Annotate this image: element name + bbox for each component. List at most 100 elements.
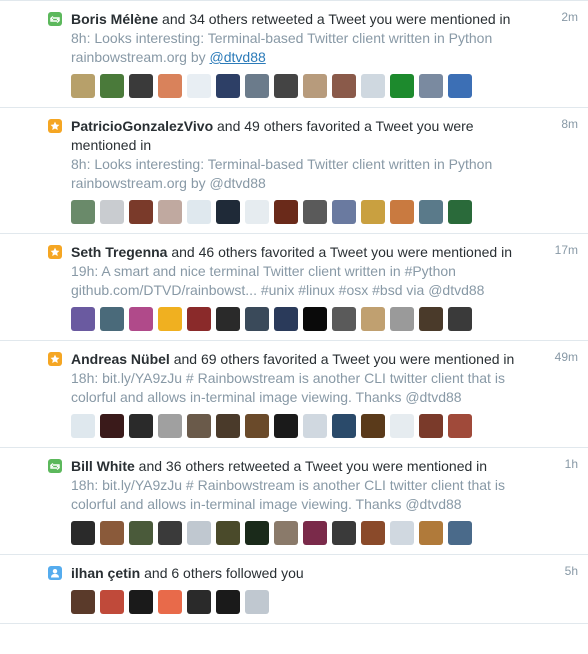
avatar[interactable] <box>100 521 124 545</box>
avatar[interactable] <box>158 521 182 545</box>
avatar[interactable] <box>187 74 211 98</box>
avatar[interactable] <box>129 590 153 614</box>
timestamp[interactable]: 1h <box>565 457 578 471</box>
avatar[interactable] <box>419 74 443 98</box>
avatar[interactable] <box>71 521 95 545</box>
avatar[interactable] <box>100 307 124 331</box>
avatar[interactable] <box>100 74 124 98</box>
avatar[interactable] <box>361 414 385 438</box>
notification-item[interactable]: 17m Seth Tregenna and 46 others favorited… <box>0 234 588 341</box>
avatar[interactable] <box>419 521 443 545</box>
avatar[interactable] <box>274 414 298 438</box>
tweet-text[interactable]: 8h: Looks interesting: Terminal-based Tw… <box>71 29 588 67</box>
avatar[interactable] <box>187 521 211 545</box>
avatar[interactable] <box>129 521 153 545</box>
avatar[interactable] <box>303 200 327 224</box>
avatar[interactable] <box>129 307 153 331</box>
avatar[interactable] <box>419 200 443 224</box>
user-name-link[interactable]: ilhan çetin <box>71 565 140 581</box>
avatar[interactable] <box>71 200 95 224</box>
avatar[interactable] <box>129 74 153 98</box>
hashtag-link[interactable]: #unix #linux #osx #bsd <box>261 282 403 298</box>
avatar[interactable] <box>361 521 385 545</box>
timestamp[interactable]: 2m <box>561 10 578 24</box>
avatar[interactable] <box>71 414 95 438</box>
mention-link[interactable]: @dtvd88 <box>210 175 266 191</box>
tweet-text[interactable]: 18h: bit.ly/YA9zJu # Rainbowstream is an… <box>71 476 588 514</box>
avatar[interactable] <box>361 200 385 224</box>
avatar[interactable] <box>100 200 124 224</box>
avatar[interactable] <box>390 307 414 331</box>
avatar[interactable] <box>216 590 240 614</box>
avatar[interactable] <box>332 307 356 331</box>
mention-link[interactable]: @dtvd88 <box>405 389 461 405</box>
avatar[interactable] <box>390 74 414 98</box>
avatar[interactable] <box>419 307 443 331</box>
user-name-link[interactable]: Seth Tregenna <box>71 244 167 260</box>
avatar[interactable] <box>390 521 414 545</box>
user-name-link[interactable]: Bill White <box>71 458 135 474</box>
avatar[interactable] <box>448 414 472 438</box>
avatar[interactable] <box>245 200 269 224</box>
notification-item[interactable]: 49m Andreas Nübel and 69 others favorited… <box>0 341 588 448</box>
hashtag-link[interactable]: #Python <box>405 263 456 279</box>
tweet-text[interactable]: 18h: bit.ly/YA9zJu # Rainbowstream is an… <box>71 369 588 407</box>
avatar[interactable] <box>216 200 240 224</box>
mention-link[interactable]: @dtvd88 <box>428 282 484 298</box>
avatar[interactable] <box>361 307 385 331</box>
avatar[interactable] <box>245 414 269 438</box>
mention-link[interactable]: @dtvd88 <box>405 496 461 512</box>
avatar[interactable] <box>303 307 327 331</box>
avatar[interactable] <box>71 307 95 331</box>
avatar[interactable] <box>245 590 269 614</box>
timestamp[interactable]: 8m <box>561 117 578 131</box>
notification-item[interactable]: 5h ilhan çetin and 6 others followed you <box>0 555 588 624</box>
notification-item[interactable]: 8m PatricioGonzalezVivo and 49 others fav… <box>0 108 588 234</box>
avatar[interactable] <box>71 74 95 98</box>
timestamp[interactable]: 49m <box>555 350 578 364</box>
avatar[interactable] <box>71 590 95 614</box>
user-name-link[interactable]: Boris Mélène <box>71 11 158 27</box>
avatar[interactable] <box>216 521 240 545</box>
avatar[interactable] <box>332 200 356 224</box>
avatar[interactable] <box>332 74 356 98</box>
notification-item[interactable]: 2m Boris Mélène and 34 others retweeted a… <box>0 1 588 108</box>
avatar[interactable] <box>274 200 298 224</box>
avatar[interactable] <box>158 200 182 224</box>
avatar[interactable] <box>100 414 124 438</box>
user-name-link[interactable]: PatricioGonzalezVivo <box>71 118 213 134</box>
avatar[interactable] <box>216 307 240 331</box>
avatar[interactable] <box>216 74 240 98</box>
notification-item[interactable]: 1h Bill White and 36 others retweeted a T… <box>0 448 588 555</box>
avatar[interactable] <box>448 200 472 224</box>
avatar[interactable] <box>303 74 327 98</box>
avatar[interactable] <box>390 200 414 224</box>
avatar[interactable] <box>245 307 269 331</box>
tweet-text[interactable]: 8h: Looks interesting: Terminal-based Tw… <box>71 155 588 193</box>
tweet-text[interactable]: 19h: A smart and nice terminal Twitter c… <box>71 262 588 300</box>
avatar[interactable] <box>448 307 472 331</box>
user-name-link[interactable]: Andreas Nübel <box>71 351 170 367</box>
avatar[interactable] <box>187 307 211 331</box>
avatar[interactable] <box>187 590 211 614</box>
avatar[interactable] <box>158 74 182 98</box>
avatar[interactable] <box>274 521 298 545</box>
timestamp[interactable]: 17m <box>555 243 578 257</box>
avatar[interactable] <box>158 307 182 331</box>
avatar[interactable] <box>448 521 472 545</box>
avatar[interactable] <box>448 74 472 98</box>
mention-link[interactable]: @dtvd88 <box>210 49 266 65</box>
avatar[interactable] <box>245 74 269 98</box>
avatar[interactable] <box>303 414 327 438</box>
avatar[interactable] <box>332 414 356 438</box>
avatar[interactable] <box>390 414 414 438</box>
timestamp[interactable]: 5h <box>565 564 578 578</box>
avatar[interactable] <box>245 521 269 545</box>
avatar[interactable] <box>361 74 385 98</box>
avatar[interactable] <box>274 307 298 331</box>
avatar[interactable] <box>129 200 153 224</box>
avatar[interactable] <box>274 74 298 98</box>
avatar[interactable] <box>158 414 182 438</box>
avatar[interactable] <box>303 521 327 545</box>
avatar[interactable] <box>158 590 182 614</box>
